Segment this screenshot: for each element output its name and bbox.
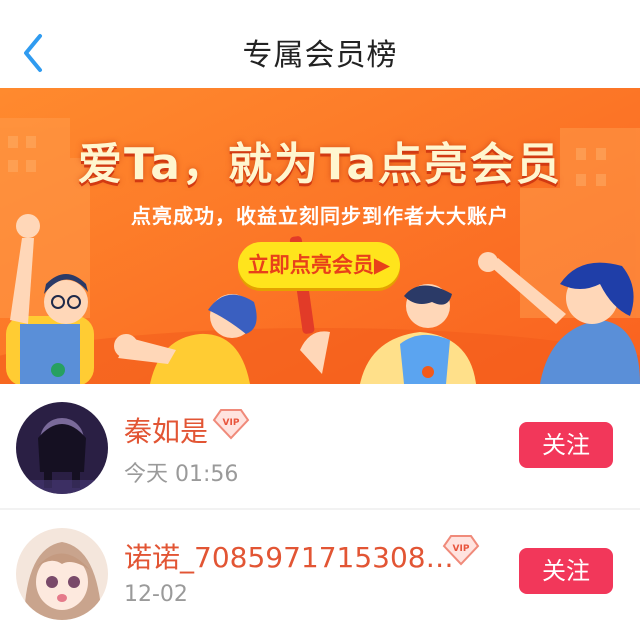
list-item[interactable]: 诺诺_7085971715308… VIP 12-02 关注 bbox=[0, 510, 640, 636]
member-name: 秦如是 bbox=[124, 415, 209, 448]
play-triangle-icon: ▶ bbox=[373, 253, 391, 277]
header-bar: 专属会员榜 bbox=[0, 0, 640, 88]
follow-button[interactable]: 关注 bbox=[519, 422, 613, 468]
vip-diamond-icon: VIP bbox=[442, 534, 480, 566]
member-time: 今天 01:56 bbox=[124, 462, 239, 487]
vip-badge-text: VIP bbox=[223, 418, 240, 428]
light-up-member-button[interactable]: 立即点亮会员▶ bbox=[238, 242, 400, 288]
page-title: 专属会员榜 bbox=[242, 38, 398, 73]
cta-label: 立即点亮会员 bbox=[247, 253, 374, 277]
follow-button[interactable]: 关注 bbox=[519, 548, 613, 594]
list-item[interactable]: 秦如是 VIP 今天 01:56 关注 bbox=[0, 384, 640, 510]
vip-badge-text: VIP bbox=[453, 544, 470, 554]
member-name: 诺诺_7085971715308… bbox=[124, 541, 454, 574]
avatar[interactable] bbox=[16, 528, 108, 620]
avatar-image bbox=[16, 528, 108, 620]
banner-headline: 爱Ta，就为Ta点亮会员 bbox=[77, 139, 563, 190]
member-time: 12-02 bbox=[124, 582, 188, 607]
promo-banner[interactable]: 爱Ta，就为Ta点亮会员 点亮成功，收益立刻同步到作者大大账户 立即点亮会员▶ bbox=[0, 88, 640, 384]
avatar[interactable] bbox=[16, 402, 108, 494]
avatar-image bbox=[16, 402, 108, 494]
vip-diamond-icon: VIP bbox=[212, 408, 250, 440]
banner-subline: 点亮成功，收益立刻同步到作者大大账户 bbox=[131, 204, 509, 228]
